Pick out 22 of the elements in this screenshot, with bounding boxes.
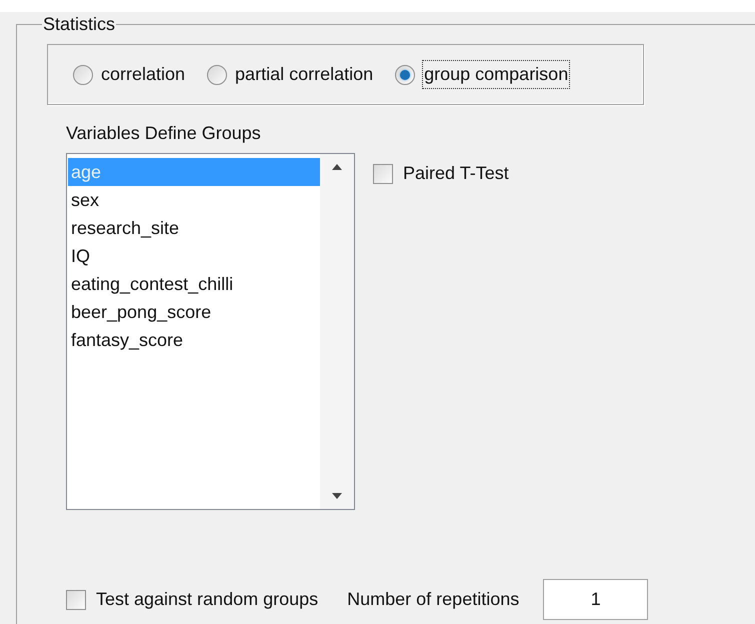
- list-item[interactable]: beer_pong_score: [68, 298, 320, 326]
- scroll-down-icon[interactable]: [332, 493, 342, 499]
- radio-button[interactable]: [73, 64, 93, 84]
- scroll-up-icon[interactable]: [332, 164, 342, 170]
- repetitions-field[interactable]: 1: [543, 579, 648, 620]
- variables-label: Variables Define Groups: [66, 122, 262, 145]
- mode-radio[interactable]: correlation: [73, 61, 186, 88]
- mode-radio[interactable]: group comparison: [395, 61, 570, 88]
- scrollbar[interactable]: [320, 154, 354, 509]
- list-item[interactable]: fantasy_score: [68, 326, 320, 354]
- radio-button[interactable]: [395, 64, 416, 84]
- radio-button[interactable]: [207, 64, 228, 84]
- paired-t-test-checkbox[interactable]: Paired T-Test: [373, 160, 509, 187]
- list-item[interactable]: IQ: [68, 242, 320, 270]
- checkbox[interactable]: [373, 164, 393, 184]
- list-item[interactable]: sex: [68, 186, 320, 214]
- random-groups-checkbox[interactable]: Test against random groups: [66, 586, 318, 613]
- mode-radio[interactable]: partial correlation: [207, 61, 374, 88]
- list-item[interactable]: eating_contest_chilli: [68, 270, 320, 298]
- list-item[interactable]: research_site: [68, 214, 320, 242]
- repetitions-label: Number of repetitions: [347, 588, 520, 611]
- checkbox[interactable]: [66, 590, 86, 610]
